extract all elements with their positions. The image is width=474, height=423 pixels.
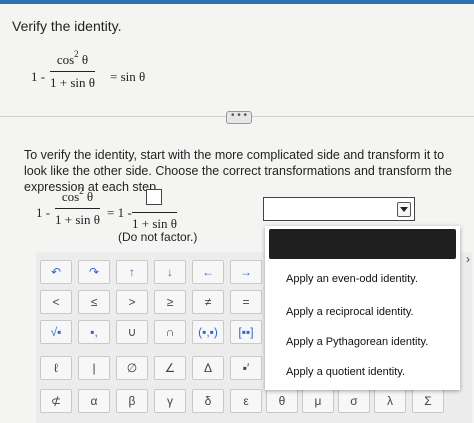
- empty-set-key[interactable]: ∅: [116, 356, 148, 380]
- answer-fraction: 1 + sin θ: [132, 189, 177, 232]
- abs-key[interactable]: |: [78, 356, 110, 380]
- less-than-key[interactable]: <: [40, 290, 72, 314]
- top-accent-bar: [0, 0, 474, 4]
- step-one: 1 -: [36, 205, 51, 220]
- summation-key[interactable]: Σ: [412, 389, 444, 413]
- beta-key[interactable]: β: [116, 389, 148, 413]
- step-fraction: cos2 θ 1 + sin θ: [55, 186, 100, 228]
- epsilon-key[interactable]: ε: [230, 389, 262, 413]
- chevron-down-icon[interactable]: [397, 202, 411, 217]
- not-equal-key[interactable]: ≠: [192, 290, 224, 314]
- dropdown-selected-row[interactable]: [269, 229, 456, 259]
- undo-key[interactable]: ↶: [40, 260, 72, 284]
- identity-denominator: 1 + sin θ: [50, 75, 95, 90]
- chevron-right-icon[interactable]: ›: [466, 252, 470, 266]
- less-equal-key[interactable]: ≤: [78, 290, 110, 314]
- greater-than-key[interactable]: >: [116, 290, 148, 314]
- sigma-key[interactable]: σ: [338, 389, 370, 413]
- matrix-key[interactable]: [▪▪]: [230, 320, 262, 344]
- transformation-select[interactable]: [263, 197, 415, 221]
- answer-numerator-input[interactable]: [146, 189, 163, 205]
- comma-key[interactable]: ▪,: [78, 320, 110, 344]
- option-pythagorean-identity[interactable]: Apply a Pythagorean identity.: [286, 336, 428, 348]
- mu-key[interactable]: μ: [302, 389, 334, 413]
- identity-one: 1 -: [31, 69, 46, 84]
- delta-lower-key[interactable]: δ: [192, 389, 224, 413]
- do-not-factor-note: (Do not factor.): [118, 230, 198, 244]
- greater-equal-key[interactable]: ≥: [154, 290, 186, 314]
- down-arrow-key[interactable]: ↓: [154, 260, 186, 284]
- expand-button[interactable]: • • •: [226, 111, 252, 124]
- option-even-odd-identity[interactable]: Apply an even-odd identity.: [286, 273, 418, 285]
- union-key[interactable]: ∪: [116, 320, 148, 344]
- step-denominator: 1 + sin θ: [55, 212, 100, 227]
- redo-key[interactable]: ↷: [78, 260, 110, 284]
- step-equals: = 1 -: [107, 205, 132, 220]
- option-reciprocal-identity[interactable]: Apply a reciprocal identity.: [286, 306, 414, 318]
- gamma-key[interactable]: γ: [154, 389, 186, 413]
- not-subset-key[interactable]: ⊄: [40, 389, 72, 413]
- intersection-key[interactable]: ∩: [154, 320, 186, 344]
- left-arrow-key[interactable]: ←: [192, 260, 224, 284]
- angle-key[interactable]: ∠: [154, 356, 186, 380]
- equals-key[interactable]: =: [230, 290, 262, 314]
- ell-key[interactable]: ℓ: [40, 356, 72, 380]
- transformation-dropdown-menu: Apply an even-odd identity. Apply a reci…: [265, 226, 460, 390]
- sqrt-key[interactable]: √▪: [40, 320, 72, 344]
- interval-key[interactable]: (▪,▪): [192, 320, 224, 344]
- lambda-key[interactable]: λ: [374, 389, 406, 413]
- step-numerator: cos2 θ: [61, 186, 94, 204]
- option-quotient-identity[interactable]: Apply a quotient identity.: [286, 366, 405, 378]
- up-arrow-key[interactable]: ↑: [116, 260, 148, 284]
- identity-rhs: = sin θ: [110, 69, 146, 84]
- theta-key[interactable]: θ: [266, 389, 298, 413]
- identity-fraction: cos2 θ 1 + sin θ: [50, 49, 95, 91]
- prime-key[interactable]: ▪′: [230, 356, 262, 380]
- instructions-text: To verify the identity, start with the m…: [24, 148, 452, 194]
- delta-key[interactable]: Δ: [192, 356, 224, 380]
- right-arrow-key[interactable]: →: [230, 260, 262, 284]
- page-title: Verify the identity.: [12, 18, 122, 34]
- identity-numerator: cos2 θ: [56, 49, 89, 67]
- alpha-key[interactable]: α: [78, 389, 110, 413]
